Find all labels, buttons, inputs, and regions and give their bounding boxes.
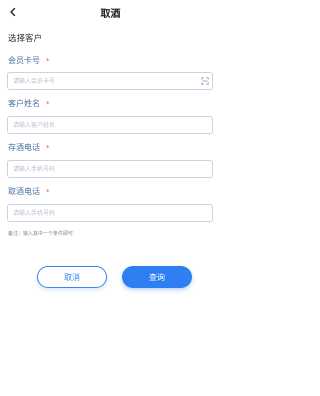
deposit-phone-label-text: 存酒电话 [8, 143, 40, 152]
required-mark: * [46, 99, 50, 108]
pickup-phone-input[interactable] [7, 204, 213, 222]
required-mark: * [46, 187, 50, 196]
query-button[interactable]: 查询 [122, 266, 192, 288]
member-card-label-text: 会员卡号 [8, 56, 40, 65]
customer-name-label: 客户姓名 * [8, 98, 50, 109]
deposit-phone-input[interactable] [7, 160, 213, 178]
deposit-phone-label: 存酒电话 * [8, 142, 50, 153]
customer-name-label-text: 客户姓名 [8, 99, 40, 108]
header: 取酒 [0, 0, 221, 26]
pickup-phone-label-text: 取酒电话 [8, 187, 40, 196]
scan-icon[interactable] [201, 77, 209, 85]
required-mark: * [46, 143, 50, 152]
pickup-phone-label: 取酒电话 * [8, 186, 50, 197]
member-card-input[interactable] [7, 72, 213, 90]
page-title: 取酒 [100, 9, 121, 20]
customer-name-input[interactable] [7, 116, 213, 134]
member-card-label: 会员卡号 * [8, 55, 50, 66]
section-title: 选择客户 [8, 34, 43, 44]
required-mark: * [46, 56, 50, 65]
cancel-button[interactable]: 取消 [37, 266, 107, 288]
note-text: 备注：输入其中一个条件即可 [8, 231, 74, 237]
